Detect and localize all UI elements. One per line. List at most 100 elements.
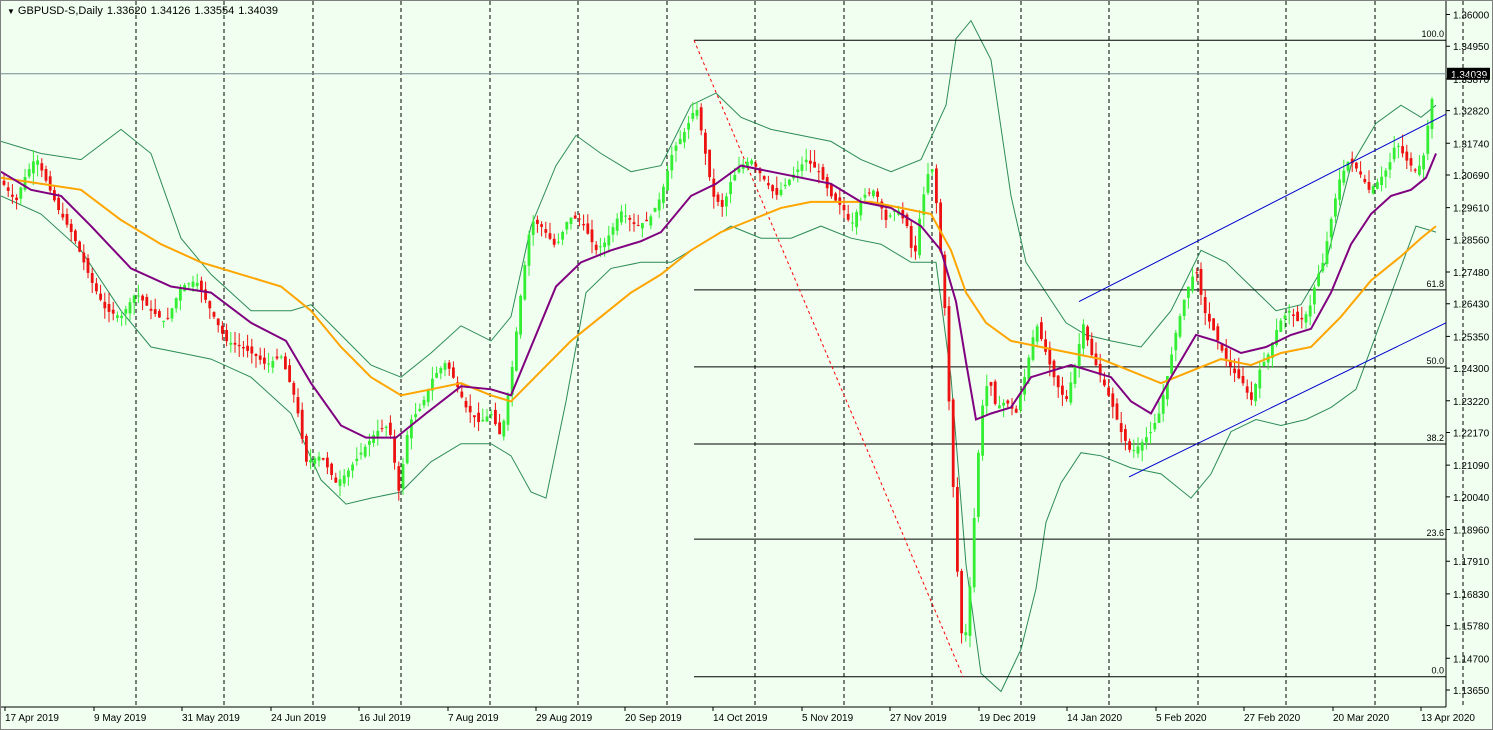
candle-body — [267, 363, 270, 365]
time-tick-label: 17 Apr 2019 — [5, 713, 59, 724]
price-tick-label: 1.28560 — [1453, 235, 1490, 246]
candle-body — [536, 219, 539, 224]
candle-body — [1371, 186, 1375, 194]
candle-body — [153, 309, 157, 314]
candle-body — [468, 405, 472, 413]
price-tick-label: 1.25350 — [1453, 332, 1490, 343]
candle-body — [1002, 402, 1005, 406]
price-tick-label: 1.15780 — [1453, 622, 1490, 633]
candle-body — [494, 409, 497, 425]
price-tick-label: 1.23220 — [1453, 397, 1490, 408]
chart-window[interactable]: 100.0 61.8 50.0 38.2 23.6 0.0 1.34039 1.36000… — [0, 0, 1493, 730]
dropdown-triangle-icon[interactable]: ▼ — [7, 7, 15, 16]
candle-body — [876, 191, 879, 197]
candle-body — [590, 229, 594, 243]
candle-body — [389, 422, 392, 435]
open-value: 1.33620 — [106, 5, 147, 17]
candle-body — [859, 201, 863, 216]
candle-body — [397, 466, 401, 491]
candle-body — [1157, 413, 1161, 423]
candle-body — [443, 363, 447, 370]
candle-body — [61, 213, 65, 218]
candle-body — [489, 413, 493, 416]
candle-body — [1111, 393, 1115, 407]
candle-body — [1170, 354, 1173, 374]
candle-body — [1132, 450, 1136, 452]
candle-body — [1035, 326, 1039, 342]
candle-body — [372, 435, 375, 443]
low-value: 1.33554 — [194, 5, 235, 17]
candle-body — [1040, 322, 1043, 340]
candle-body — [128, 302, 132, 314]
candle-body — [11, 194, 14, 197]
time-tick-label: 7 Aug 2019 — [448, 713, 499, 724]
candle-body — [439, 368, 443, 374]
candle-body — [48, 176, 52, 191]
candle-body — [271, 361, 275, 368]
candle-body — [1384, 170, 1388, 177]
candle-body — [44, 169, 48, 181]
candle-body — [960, 571, 963, 634]
candle-body — [1090, 338, 1094, 355]
candle-body — [754, 163, 758, 167]
candle-body — [481, 419, 485, 422]
candle-body — [947, 306, 951, 402]
candle-body — [1203, 297, 1207, 314]
candle-body — [132, 295, 136, 303]
candle-body — [250, 346, 254, 354]
time-tick-label: 19 Dec 2019 — [979, 713, 1036, 724]
candle-body — [1329, 219, 1333, 238]
price-chart[interactable]: 100.0 61.8 50.0 38.2 23.6 0.0 1.34039 1.36000… — [1, 1, 1492, 729]
candle-body — [926, 174, 930, 193]
candle-body — [254, 354, 258, 356]
candle-body — [615, 218, 619, 231]
candle-body — [582, 224, 585, 226]
candle-body — [544, 229, 548, 233]
candle-body — [149, 308, 153, 311]
candle-body — [851, 222, 854, 224]
candle-body — [292, 383, 296, 395]
candle-body — [368, 440, 371, 445]
close-value: 1.34039 — [238, 5, 278, 17]
candle-body — [82, 252, 86, 263]
candle-body — [275, 356, 279, 359]
price-tick-label: 1.18960 — [1453, 526, 1490, 537]
candle-body — [305, 435, 308, 462]
candle-body — [586, 223, 590, 234]
candle-body — [1119, 423, 1123, 432]
time-tick-label: 27 Feb 2020 — [1244, 713, 1301, 724]
price-tick-label: 1.24300 — [1453, 364, 1490, 375]
candle-body — [1182, 299, 1186, 316]
candle-body — [477, 412, 480, 423]
candle-body — [641, 223, 644, 229]
candle-body — [1216, 326, 1220, 341]
price-tick-label: 1.26430 — [1453, 300, 1490, 311]
candle-body — [1388, 162, 1392, 170]
candle-body — [796, 169, 800, 172]
candle-body — [380, 428, 384, 430]
candle-body — [57, 197, 60, 210]
candle-body — [1283, 315, 1287, 319]
candle-body — [141, 295, 144, 301]
candle-body — [1145, 437, 1148, 443]
candle-body — [733, 175, 737, 181]
candle-body — [279, 356, 283, 358]
candle-body — [1250, 392, 1253, 400]
candle-body — [384, 426, 388, 428]
candle-body — [69, 223, 73, 232]
fib-level-label: 0.0 — [1431, 666, 1444, 676]
fib-level-label: 50.0 — [1426, 356, 1444, 366]
candle-body — [1044, 339, 1047, 352]
candle-body — [762, 176, 766, 180]
candle-body — [1363, 178, 1367, 183]
candle-body — [1392, 147, 1396, 160]
candle-body — [695, 110, 699, 116]
candle-body — [195, 282, 199, 287]
time-tick-label: 9 May 2019 — [94, 713, 147, 724]
candle-body — [678, 138, 682, 145]
chart-header: ▼ GBPUSD-S,Daily 1.33620 1.34126 1.33554 1.34… — [7, 5, 282, 17]
candle-body — [347, 470, 350, 477]
candle-body — [1405, 151, 1409, 161]
candle-body — [1359, 171, 1362, 175]
price-tick-label: 1.21090 — [1453, 461, 1490, 472]
